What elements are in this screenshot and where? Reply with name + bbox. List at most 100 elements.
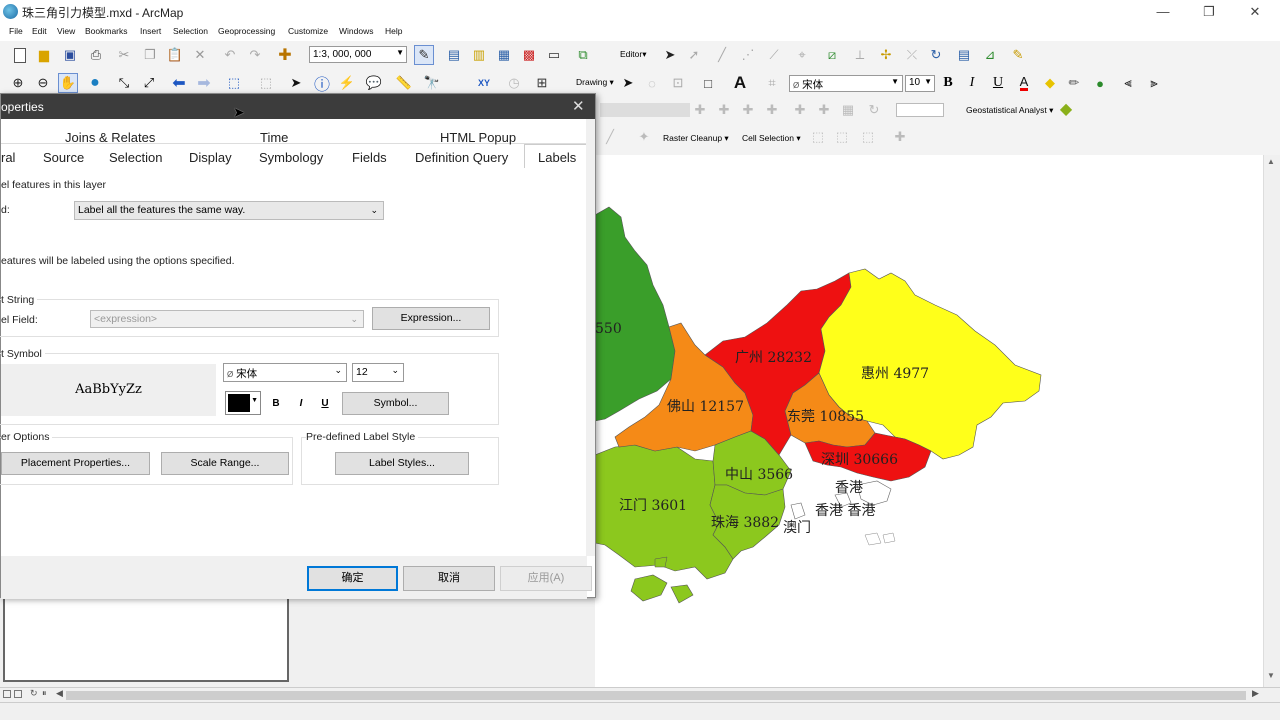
font-name-combo[interactable]: Ø 宋体 ▼ [789,75,903,92]
menu-view[interactable]: View [57,26,75,36]
symbol-underline-button[interactable]: U [315,395,335,413]
tab-general[interactable]: ral [1,150,15,165]
georef-select-icon[interactable]: ✚ [762,100,782,120]
clear-selection-icon[interactable]: ⬚ [256,73,276,93]
menu-insert[interactable]: Insert [140,26,161,36]
table-of-contents-icon[interactable]: ▤ [444,45,464,65]
select-elements-icon[interactable]: ➤ [286,73,306,93]
cell-select-wand-icon[interactable]: ⬚ [858,127,878,147]
new-document-icon[interactable] [10,45,30,65]
tab-selection[interactable]: Selection [109,150,162,165]
magnifier-window-icon[interactable]: ⊞ [532,73,552,93]
ok-button[interactable]: 确定 [307,566,398,591]
arctoolbox-icon[interactable]: ▩ [519,45,539,65]
time-slider-icon[interactable]: ◷ [504,73,524,93]
sketch-properties-icon[interactable]: ⊿ [980,45,1000,65]
zoom-in-icon[interactable]: ⊕ [8,73,28,93]
font-color-icon[interactable]: A [1014,73,1034,93]
italic-icon[interactable]: I [962,73,982,93]
marker-color-icon[interactable]: ● [1090,73,1110,93]
cancel-button[interactable]: 取消 [403,566,495,591]
zoom-out-icon[interactable]: ⊖ [33,73,53,93]
scroll-down-icon[interactable]: ▼ [1267,671,1275,680]
map-vertical-scrollbar[interactable]: ▲ ▼ [1263,155,1280,687]
tab-fields[interactable]: Fields [352,150,387,165]
tab-source[interactable]: Source [43,150,84,165]
editor-toolbar-icon[interactable]: ✎ [414,45,434,65]
rotate-tool-icon[interactable]: ↻ [926,45,946,65]
zoom-whole-page-icon[interactable]: ⊡ [668,73,688,93]
undo-icon[interactable]: ↶ [220,45,240,65]
label-field-dropdown[interactable]: <expression> ⌄ [90,310,364,328]
cell-select-rect-icon[interactable]: ⬚ [808,127,828,147]
edit-vertices-icon[interactable]: ⧄ [822,45,842,65]
map-display[interactable]: 550 广州 28232 惠州 4977 佛山 12157 东莞 10855 深… [595,155,1263,687]
tab-time[interactable]: Time [260,130,288,145]
menu-selection[interactable]: Selection [173,26,208,36]
menu-customize[interactable]: Customize [288,26,328,36]
scroll-thumb[interactable] [66,691,1246,700]
straight-segment-icon[interactable]: ╱ [712,45,732,65]
horizontal-scrollbar[interactable]: ↻ ⏸ ◀ ▶ [0,687,1280,702]
symbol-font-dropdown[interactable]: Ø 宋体 ⌄ [223,363,347,382]
save-icon[interactable]: ▣ [60,45,80,65]
menu-edit[interactable]: Edit [32,26,47,36]
restore-button[interactable]: ❐ [1186,0,1232,23]
cell-selection-menu[interactable]: Cell Selection ▾ [742,133,801,144]
underline-icon[interactable]: U [988,73,1008,93]
rotate-element-icon[interactable]: ◌ [642,73,662,93]
attributes-icon[interactable]: ▤ [954,45,974,65]
map-scale-combo[interactable]: 1:3, 000, 000 ▼ [309,46,407,63]
html-popup-icon[interactable]: 💬 [364,73,384,93]
text-tool-icon[interactable]: A [730,73,750,93]
split-icon[interactable]: ✢ [876,45,896,65]
copy-icon[interactable]: ❐ [140,45,160,65]
method-dropdown[interactable]: Label all the features the same way. ⌄ [74,201,384,220]
minimize-button[interactable]: — [1140,0,1186,23]
layout-view-icon[interactable] [14,690,22,698]
pan-hand-icon[interactable]: ✋ [58,73,78,93]
create-features-icon[interactable]: ✎ [1008,45,1028,65]
align-icon[interactable]: ⫷ [1118,73,1138,93]
cut-polygon-icon[interactable]: ⌖ [792,45,812,65]
reshape-icon[interactable]: ⟂ [850,45,870,65]
close-window-button[interactable]: ✕ [1232,0,1278,23]
add-data-icon[interactable]: ✚ [275,45,295,65]
open-folder-icon[interactable]: ▆ [34,45,54,65]
fixed-zoom-in-icon[interactable]: ⤡ [114,73,134,93]
tab-html-popup[interactable]: HTML Popup [440,130,516,145]
trace-icon[interactable]: ⟋ [764,45,784,65]
cell-select-clear-icon[interactable]: ✚ [890,127,910,147]
identify-icon[interactable]: ⓘ [312,73,332,94]
scroll-up-icon[interactable]: ▲ [1267,157,1275,166]
full-extent-globe-icon[interactable]: ● [85,73,105,93]
rotate-icon[interactable]: ⤫ [902,45,922,65]
edit-tool-icon[interactable]: ➤ [660,45,680,65]
symbol-button[interactable]: Symbol... [342,392,449,415]
data-view-icon[interactable] [3,690,11,698]
raster-brush-icon[interactable]: ╱ [600,127,620,147]
placement-properties-button[interactable]: Placement Properties... [1,452,150,475]
georef-rotate-icon[interactable]: ↻ [864,100,884,120]
scroll-right-icon[interactable]: ▶ [1252,688,1259,699]
print-icon[interactable]: ⎙ [86,45,106,65]
georef-table-icon[interactable]: ✚ [814,100,834,120]
draw-select-icon[interactable]: ➤ [618,73,638,93]
back-extent-icon[interactable]: ⬅ [169,73,189,93]
label-features-checkbox[interactable]: el features in this layer [1,179,106,191]
scale-range-button[interactable]: Scale Range... [161,452,289,475]
fill-color-icon[interactable]: ◆ [1040,73,1060,93]
delete-icon[interactable]: ✕ [190,45,210,65]
model-builder-icon[interactable]: ⧉ [573,45,593,65]
search-window-icon[interactable]: ▦ [494,45,514,65]
edit-vertices-draw-icon[interactable]: ⌗ [762,73,782,93]
menu-geoprocessing[interactable]: Geoprocessing [218,26,275,36]
go-to-xy-icon[interactable]: XY [474,73,494,93]
scroll-left-icon[interactable]: ◀ [56,688,63,699]
symbol-size-dropdown[interactable]: 12 ⌄ [352,363,404,382]
editor-menu[interactable]: Editor▾ [620,49,646,60]
pause-drawing-icon[interactable]: ⏸ [42,688,47,699]
georef-delete-icon[interactable]: ✚ [738,100,758,120]
geostatistical-analyst-menu[interactable]: Geostatistical Analyst ▾ [966,105,1053,116]
catalog-icon[interactable]: ▥ [469,45,489,65]
